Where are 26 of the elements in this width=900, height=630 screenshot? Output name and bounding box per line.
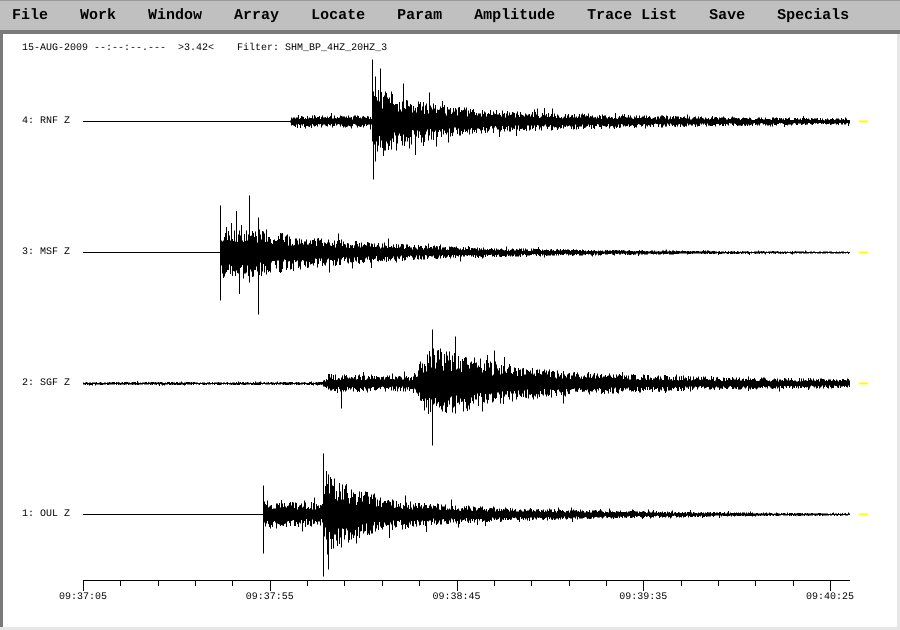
menu-item[interactable]: File — [4, 4, 56, 28]
dash-marker-icon — [859, 382, 868, 384]
menu-item[interactable]: Work — [72, 4, 124, 28]
dash-marker-icon — [859, 514, 868, 516]
menu-item[interactable]: Locate — [303, 4, 374, 28]
axis-tick-label: 09:39:35 — [619, 592, 668, 604]
menu-item[interactable]: Trace List — [579, 4, 686, 28]
menu-item[interactable]: Window — [140, 4, 210, 28]
menu-item[interactable]: Amplitude — [466, 4, 564, 28]
menu-item[interactable]: Specials — [769, 4, 858, 28]
axis-tick-label: 09:40:25 — [806, 592, 854, 604]
date-time-readout: 15-AUG-2009 --:--:--.--- — [22, 43, 166, 56]
filter-readout: Filter: SHM_BP_4HZ_20HZ_3 — [237, 43, 388, 56]
axis-tick-label: 09:37:55 — [246, 592, 294, 604]
trace-label: 2: SGF Z — [22, 378, 70, 390]
axis-tick-label: 09:37:05 — [58, 592, 107, 604]
menu-item[interactable]: Param — [389, 4, 450, 28]
dash-marker-icon — [859, 252, 868, 254]
trace-label: 1: OUL Z — [22, 508, 70, 520]
dash-marker-icon — [859, 120, 868, 122]
trace-label: 4: RNF Z — [22, 116, 70, 128]
axis-tick-label: 09:38:45 — [432, 592, 480, 604]
menu-item[interactable]: Save — [701, 4, 754, 28]
menu-item[interactable]: Array — [226, 4, 288, 28]
trace-label: 3: MSF Z — [22, 246, 70, 258]
amplitude-readout: >3.42< — [178, 43, 214, 56]
